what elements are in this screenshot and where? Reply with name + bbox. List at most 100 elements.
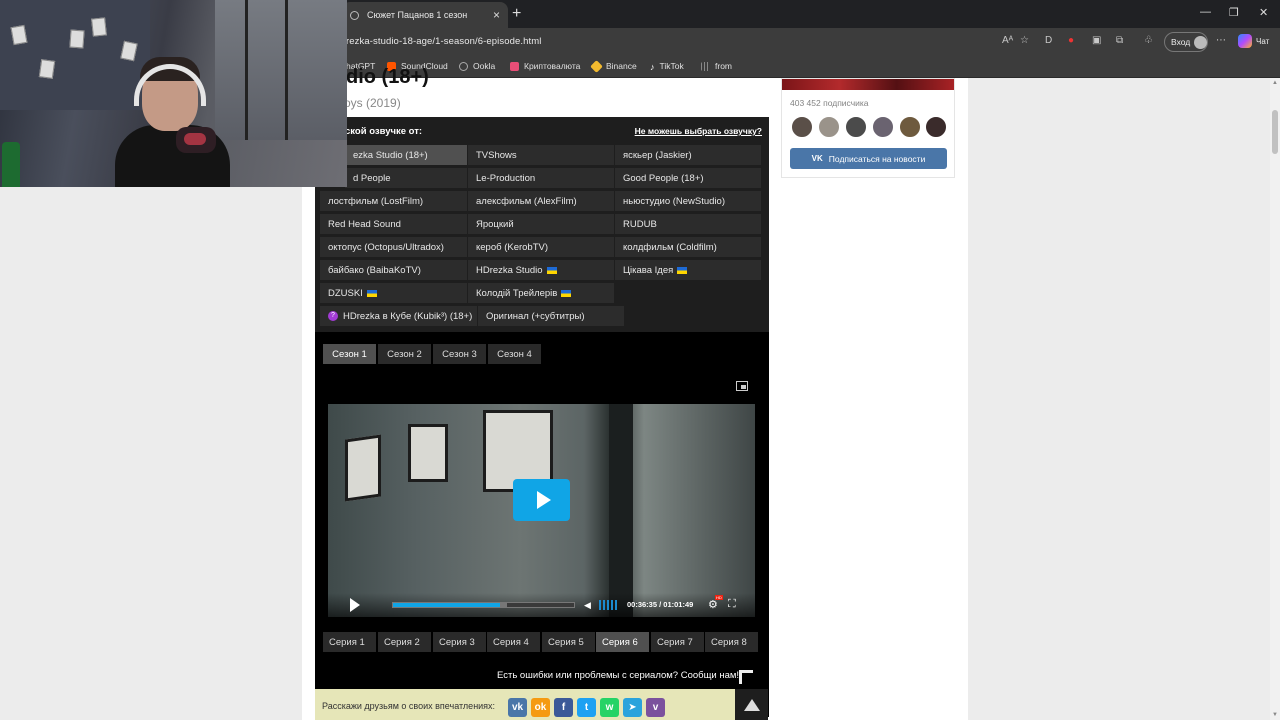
- translation-label: Цікава Ідея: [623, 264, 674, 276]
- translation-option-original[interactable]: Оригинал (+субтитры): [478, 306, 624, 326]
- translation-option[interactable]: Red Head Sound: [320, 214, 467, 234]
- big-play-button[interactable]: [513, 479, 570, 521]
- bookmark-binance[interactable]: Binance: [590, 59, 637, 73]
- play-icon[interactable]: [350, 598, 360, 612]
- translations-help-link[interactable]: Не можешь выбрать озвучку?: [635, 126, 762, 136]
- tiktok-icon: ♪: [650, 61, 655, 72]
- subscriber-avatar[interactable]: [845, 116, 867, 138]
- translation-option[interactable]: RUDUB: [615, 214, 761, 234]
- extension-red-icon[interactable]: ●: [1068, 35, 1074, 46]
- translations-panel: ской озвучке от: Не можешь выбрать озвуч…: [315, 117, 769, 332]
- translation-option[interactable]: d People: [345, 168, 467, 188]
- translation-label: ezka Studio (18+): [353, 149, 428, 161]
- subscriber-avatar[interactable]: [872, 116, 894, 138]
- copilot-icon: [1238, 34, 1252, 48]
- extension-sk-icon[interactable]: ▣: [1092, 35, 1101, 46]
- bookmark-crypto[interactable]: Криптовалюта: [510, 61, 580, 71]
- collections-icon[interactable]: ♧: [1144, 35, 1153, 46]
- twitter-icon[interactable]: t: [577, 698, 596, 717]
- scroll-down-icon[interactable]: ▼: [1272, 712, 1278, 718]
- scrollbar-thumb[interactable]: [1272, 110, 1278, 154]
- translation-option[interactable]: байбако (BaibaKoTV): [320, 260, 467, 280]
- subscriber-avatar[interactable]: [818, 116, 840, 138]
- copilot-chat-button[interactable]: Чат: [1238, 34, 1269, 48]
- wall-picture: [345, 434, 381, 502]
- translation-option[interactable]: ньюстудио (NewStudio): [615, 191, 761, 211]
- tab-season-1[interactable]: Сезон 1: [323, 344, 376, 364]
- subscribe-button[interactable]: VK Подписаться на новости: [790, 148, 947, 169]
- more-menu-icon[interactable]: ⋯: [1216, 35, 1226, 46]
- maximize-icon[interactable]: ❐: [1229, 6, 1239, 19]
- subscriber-avatar[interactable]: [899, 116, 921, 138]
- translation-option[interactable]: Цікава Ідея: [615, 260, 761, 280]
- episode-8[interactable]: Серия 8: [705, 632, 758, 652]
- volume-icon[interactable]: ◀: [584, 600, 591, 611]
- translation-option[interactable]: Good People (18+): [615, 168, 761, 188]
- facebook-icon[interactable]: f: [554, 698, 573, 717]
- scroll-top-button[interactable]: [735, 689, 768, 720]
- extension-d-icon[interactable]: D: [1045, 35, 1052, 46]
- translation-option[interactable]: яскьер (Jaskier): [615, 145, 761, 165]
- tab-season-4[interactable]: Сезон 4: [488, 344, 541, 364]
- seek-bar[interactable]: [392, 602, 575, 608]
- translation-option[interactable]: DZUSKI: [320, 283, 467, 303]
- fullscreen-icon[interactable]: ⛶: [728, 598, 736, 611]
- episode-1[interactable]: Серия 1: [323, 632, 376, 652]
- page-scrollbar[interactable]: ▲ ▼: [1270, 78, 1280, 720]
- login-button[interactable]: Вход: [1164, 32, 1208, 52]
- light-off-icon[interactable]: [736, 381, 748, 391]
- webcam-window: [215, 0, 347, 140]
- translation-option[interactable]: HDrezka Studio: [468, 260, 614, 280]
- translation-option[interactable]: колдфильм (Coldfilm): [615, 237, 761, 257]
- episode-7[interactable]: Серия 7: [651, 632, 704, 652]
- episode-5[interactable]: Серия 5: [542, 632, 595, 652]
- ukraine-flag-icon: [677, 266, 688, 274]
- subscriber-avatar[interactable]: [925, 116, 947, 138]
- episode-label: Серия 3: [439, 636, 475, 648]
- url-field[interactable]: rezka-studio-18-age/1-season/6-episode.h…: [346, 36, 541, 47]
- volume-slider[interactable]: [599, 600, 619, 610]
- translation-option[interactable]: лостфильм (LostFilm): [320, 191, 467, 211]
- telegram-icon[interactable]: ➤: [623, 698, 642, 717]
- translation-option[interactable]: Le-Production: [468, 168, 614, 188]
- episode-6[interactable]: Серия 6: [596, 632, 649, 652]
- translation-option[interactable]: кероб (KerobTV): [468, 237, 614, 257]
- translation-option[interactable]: алексфильм (AlexFilm): [468, 191, 614, 211]
- episode-3[interactable]: Серия 3: [433, 632, 486, 652]
- new-tab-icon[interactable]: +: [512, 5, 521, 23]
- tab-season-2[interactable]: Сезон 2: [378, 344, 431, 364]
- vk-icon[interactable]: vk: [508, 698, 527, 717]
- translation-option[interactable]: ezka Studio (18+): [345, 145, 467, 165]
- episode-4[interactable]: Серия 4: [487, 632, 540, 652]
- minimize-icon[interactable]: —: [1200, 6, 1211, 18]
- tab-close-icon[interactable]: ×: [493, 8, 500, 22]
- video-player[interactable]: ◀ 00:36:35 / 01:01:49 ⚙ HD ⛶: [328, 404, 755, 617]
- bookmark-ookla[interactable]: Ookla: [459, 61, 495, 71]
- episode-2[interactable]: Серия 2: [378, 632, 431, 652]
- read-aloud-icon[interactable]: Aᴬ: [1002, 35, 1013, 46]
- odnoklassniki-icon[interactable]: ok: [531, 698, 550, 717]
- translation-label: кероб (KerobTV): [476, 241, 549, 253]
- bookmark-from[interactable]: from: [701, 61, 732, 71]
- translation-option[interactable]: TVShows: [468, 145, 614, 165]
- viber-icon[interactable]: v: [646, 698, 665, 717]
- whatsapp-icon[interactable]: w: [600, 698, 619, 717]
- settings-gear-icon[interactable]: ⚙ HD: [708, 595, 723, 611]
- tab-season-3[interactable]: Сезон 3: [433, 344, 486, 364]
- translation-option[interactable]: октопус (Octopus/Ultradox): [320, 237, 467, 257]
- bookmark-tiktok[interactable]: ♪ TikTok: [650, 61, 684, 72]
- translation-label: Колодій Трейлерів: [476, 287, 558, 299]
- favorite-star-icon[interactable]: ☆: [1020, 35, 1029, 46]
- report-problem-link[interactable]: Есть ошибки или проблемы с сериалом? Соо…: [497, 670, 739, 681]
- extensions-puzzle-icon[interactable]: ⧉: [1116, 35, 1123, 46]
- close-window-icon[interactable]: ✕: [1259, 6, 1268, 19]
- scroll-up-icon[interactable]: ▲: [1272, 80, 1278, 86]
- translation-option[interactable]: Колодій Трейлерів: [468, 283, 614, 303]
- translation-option[interactable]: Яроцкий: [468, 214, 614, 234]
- subscriber-avatar[interactable]: [791, 116, 813, 138]
- episode-label: Серия 5: [548, 636, 584, 648]
- translations-label: ской озвучке от:: [345, 126, 423, 137]
- browser-tab[interactable]: Сюжет Пацанов 1 сезон ×: [342, 2, 508, 28]
- translation-option-kubik[interactable]: ? HDrezka в Кубе (Kubik³) (18+): [320, 306, 477, 326]
- episode-label: Серия 6: [602, 636, 638, 648]
